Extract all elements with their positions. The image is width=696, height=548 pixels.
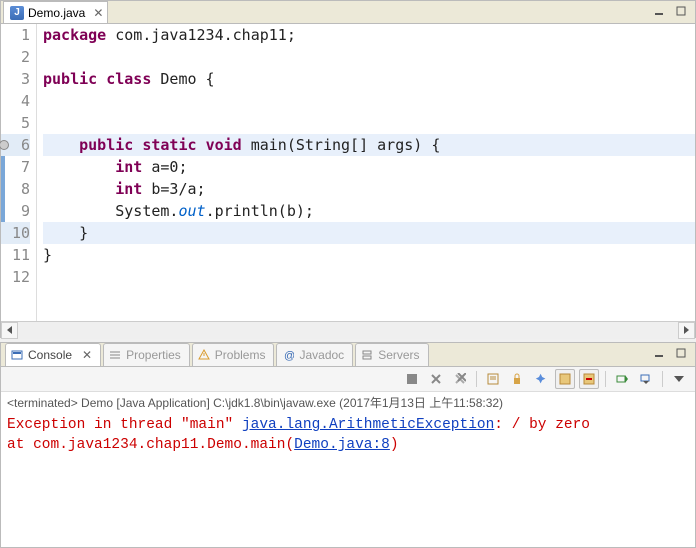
tab-servers[interactable]: Servers: [355, 343, 428, 366]
code-line[interactable]: }: [43, 244, 695, 266]
code-line[interactable]: int a=0;: [43, 156, 695, 178]
problems-icon: [197, 348, 211, 362]
console-line: at com.java1234.chap11.Demo.main(Demo.ja…: [7, 435, 689, 455]
code-line[interactable]: }: [43, 222, 695, 244]
exception-link[interactable]: java.lang.ArithmeticException: [242, 417, 494, 433]
console-icon: [10, 348, 24, 362]
line-number[interactable]: 10: [1, 222, 30, 244]
code-line[interactable]: [43, 46, 695, 68]
scroll-right-icon[interactable]: [678, 322, 695, 339]
console-pane: Console ✕ Properties Problems @ Javadoc Server…: [0, 342, 696, 548]
close-icon[interactable]: ✕: [93, 7, 103, 19]
code-line[interactable]: package com.java1234.chap11;: [43, 24, 695, 46]
error-text: at com.java1234.chap11.Demo.main(: [7, 437, 294, 453]
line-number[interactable]: 9: [1, 200, 30, 222]
launch-line: <terminated> Demo [Java Application] C:\…: [1, 392, 695, 413]
code-body[interactable]: package com.java1234.chap11; public class…: [37, 24, 695, 321]
source-link[interactable]: Demo.java:8: [294, 437, 390, 453]
maximize-view-icon[interactable]: [673, 345, 689, 361]
minimize-view-icon[interactable]: [651, 345, 667, 361]
line-number[interactable]: 8: [1, 178, 30, 200]
tab-console[interactable]: Console ✕: [5, 343, 101, 366]
properties-icon: [108, 348, 122, 362]
error-text: Exception in thread "main": [7, 417, 242, 433]
toolbar-separator: [476, 371, 477, 387]
line-number[interactable]: 3: [1, 68, 30, 90]
tab-label: Console: [28, 348, 72, 362]
line-number[interactable]: 4: [1, 90, 30, 112]
terminate-icon[interactable]: [402, 369, 422, 389]
line-number[interactable]: 2: [1, 46, 30, 68]
remove-all-icon[interactable]: [450, 369, 470, 389]
console-output[interactable]: Exception in thread "main" java.lang.Ari…: [1, 413, 695, 457]
pin-console-icon[interactable]: [531, 369, 551, 389]
code-line[interactable]: public class Demo {: [43, 68, 695, 90]
svg-text:@: @: [284, 350, 294, 361]
toolbar-separator: [605, 371, 606, 387]
show-stdout-icon[interactable]: [555, 369, 575, 389]
remove-launch-icon[interactable]: [426, 369, 446, 389]
display-dropdown-icon[interactable]: [636, 369, 656, 389]
error-text: : / by zero: [494, 417, 590, 433]
clear-console-icon[interactable]: [483, 369, 503, 389]
line-number[interactable]: 6: [1, 134, 30, 156]
minimize-view-icon[interactable]: [651, 3, 667, 19]
line-number[interactable]: 7: [1, 156, 30, 178]
tab-label: Javadoc: [299, 348, 344, 362]
line-number[interactable]: 11: [1, 244, 30, 266]
editor-pane: Demo.java ✕ 123456789101112 package com.…: [0, 0, 696, 338]
view-tab-bar: Console ✕ Properties Problems @ Javadoc Server…: [1, 343, 695, 367]
editor-tab-label: Demo.java: [28, 6, 85, 20]
open-console-icon[interactable]: [612, 369, 632, 389]
tab-label: Problems: [215, 348, 266, 362]
scroll-left-icon[interactable]: [1, 322, 18, 339]
editor-horizontal-scrollbar[interactable]: [1, 321, 695, 339]
code-line[interactable]: [43, 90, 695, 112]
tab-problems[interactable]: Problems: [192, 343, 275, 366]
line-number[interactable]: 5: [1, 112, 30, 134]
scroll-lock-icon[interactable]: [507, 369, 527, 389]
show-stderr-icon[interactable]: [579, 369, 599, 389]
code-line[interactable]: int b=3/a;: [43, 178, 695, 200]
code-line[interactable]: public static void main(String[] args) {: [43, 134, 695, 156]
java-file-icon: [10, 6, 24, 20]
close-icon[interactable]: ✕: [82, 349, 92, 361]
maximize-view-icon[interactable]: [673, 3, 689, 19]
code-line[interactable]: [43, 266, 695, 288]
tab-label: Servers: [378, 348, 419, 362]
toolbar-separator: [662, 371, 663, 387]
editor-tab[interactable]: Demo.java ✕: [3, 1, 108, 23]
tab-properties[interactable]: Properties: [103, 343, 190, 366]
code-line[interactable]: [43, 112, 695, 134]
view-menu-icon[interactable]: [669, 369, 689, 389]
servers-icon: [360, 348, 374, 362]
tab-label: Properties: [126, 348, 181, 362]
line-number[interactable]: 12: [1, 266, 30, 288]
javadoc-icon: @: [281, 348, 295, 362]
tab-javadoc[interactable]: @ Javadoc: [276, 343, 353, 366]
code-area[interactable]: 123456789101112 package com.java1234.cha…: [1, 24, 695, 321]
error-text: ): [390, 437, 399, 453]
editor-tab-bar: Demo.java ✕: [1, 1, 695, 24]
line-number-gutter[interactable]: 123456789101112: [1, 24, 37, 321]
console-toolbar: [1, 367, 695, 392]
line-number[interactable]: 1: [1, 24, 30, 46]
console-line: Exception in thread "main" java.lang.Ari…: [7, 415, 689, 435]
code-line[interactable]: System.out.println(b);: [43, 200, 695, 222]
